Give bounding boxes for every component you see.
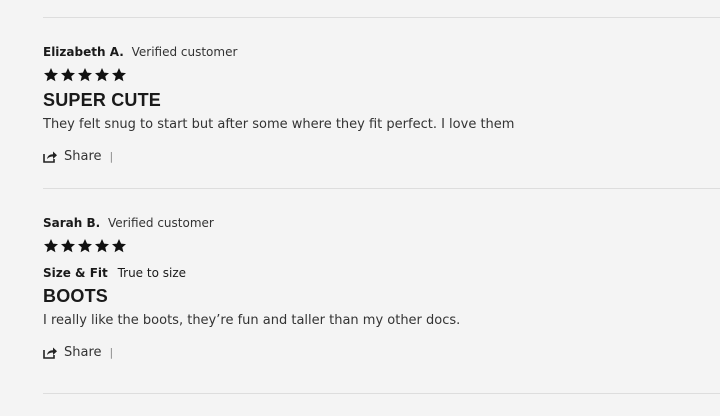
share-button[interactable]: Share: [43, 149, 102, 164]
share-button[interactable]: Share: [43, 345, 102, 360]
review-item: Elizabeth A. Verified customer SUPER CUT…: [43, 45, 703, 164]
star-icon: [112, 68, 126, 82]
review-author-line: Sarah B. Verified customer: [43, 216, 703, 230]
action-separator: |: [109, 345, 114, 359]
divider-bottom: [43, 393, 720, 394]
star-icon: [44, 68, 58, 82]
attribute-value: True to size: [117, 266, 187, 280]
size-fit-attribute: Size & Fit True to size: [43, 266, 703, 280]
share-icon: [43, 347, 57, 359]
star-rating: [43, 238, 703, 254]
share-label: Share: [64, 148, 102, 164]
divider-middle: [43, 188, 720, 189]
star-icon: [61, 239, 75, 253]
star-icon: [61, 68, 75, 82]
review-title: SUPER CUTE: [43, 90, 162, 110]
star-icon: [78, 68, 92, 82]
reviewer-name: Sarah B.: [43, 216, 101, 230]
review-title: BOOTS: [43, 286, 109, 306]
review-actions: Share |: [43, 344, 703, 360]
star-icon: [78, 239, 92, 253]
verified-badge: Verified customer: [131, 45, 238, 59]
review-author-line: Elizabeth A. Verified customer: [43, 45, 703, 59]
action-separator: |: [109, 149, 114, 163]
review-body: They felt snug to start but after some w…: [43, 117, 515, 132]
divider-top: [43, 17, 720, 18]
review-actions: Share |: [43, 148, 703, 164]
attribute-label: Size & Fit: [43, 266, 108, 280]
verified-badge: Verified customer: [108, 216, 214, 230]
star-icon: [44, 239, 58, 253]
star-icon: [95, 239, 109, 253]
star-rating: [43, 67, 703, 83]
star-icon: [95, 68, 109, 82]
review-body: I really like the boots, they’re fun and…: [43, 313, 461, 328]
reviewer-name: Elizabeth A.: [43, 45, 124, 59]
share-label: Share: [64, 344, 102, 360]
star-icon: [112, 239, 126, 253]
review-item: Sarah B. Verified customer Size & Fit Tr…: [43, 216, 703, 360]
share-icon: [43, 151, 57, 163]
